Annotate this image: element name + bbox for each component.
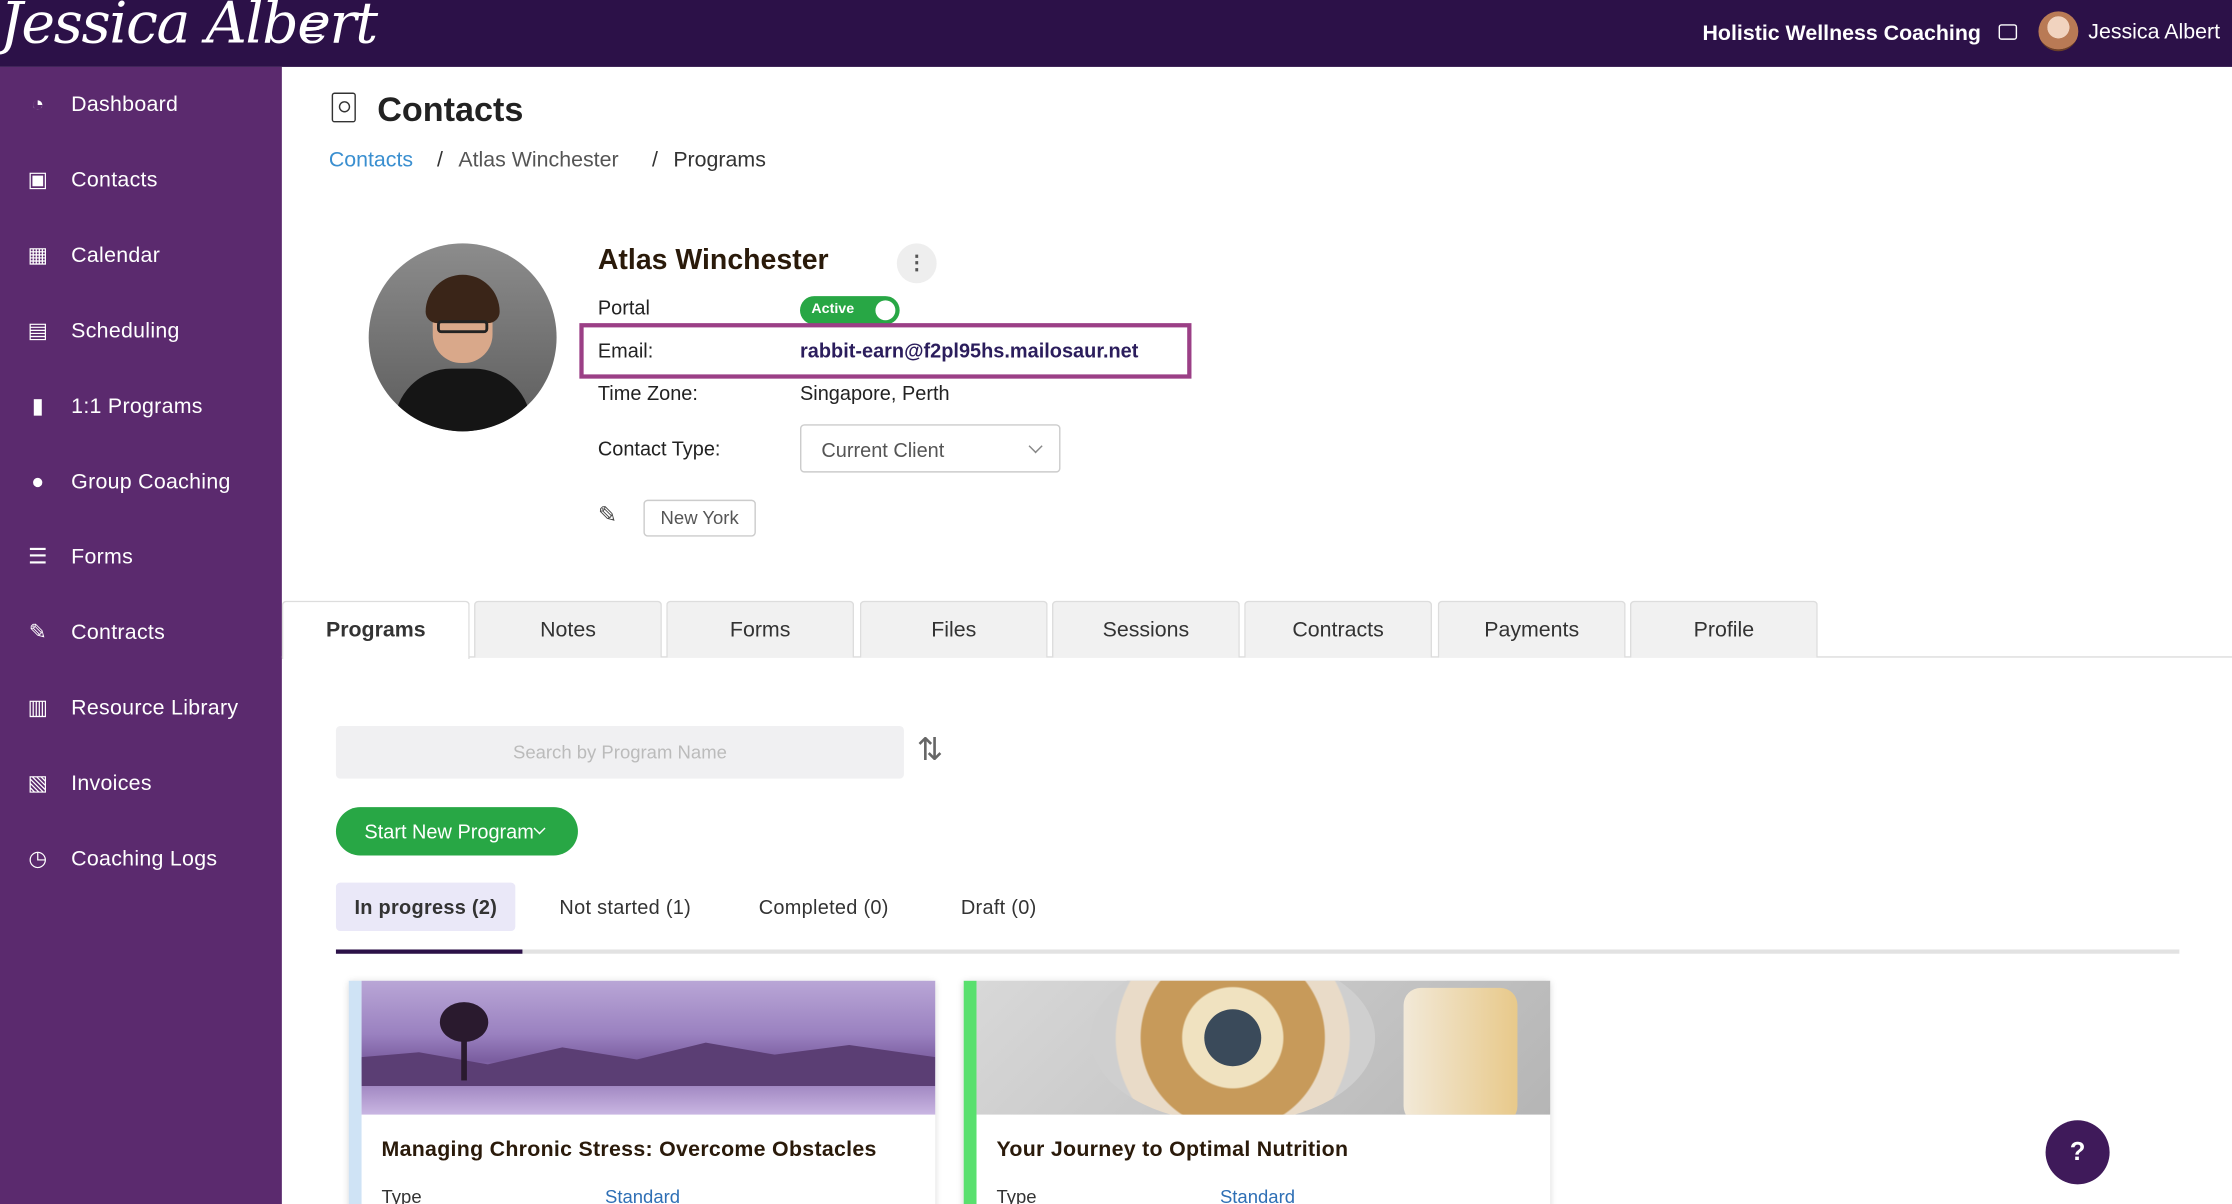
sidebar-item-label: Contracts <box>71 620 166 645</box>
briefcase-icon[interactable] <box>1998 24 2018 40</box>
sidebar-item-label: Group Coaching <box>71 469 231 494</box>
signature-icon: ✎ <box>28 620 47 645</box>
status-tab-not-started[interactable]: Not started (1) <box>559 883 691 931</box>
user-name[interactable]: Jessica Albert <box>2088 20 2220 44</box>
scheduling-icon: ▤ <box>27 318 48 344</box>
menu-toggle-icon[interactable] <box>303 19 328 41</box>
tab-profile[interactable]: Profile <box>1629 600 1818 658</box>
breadcrumb-separator: / <box>437 148 443 173</box>
sidebar-item-label: Coaching Logs <box>71 846 218 872</box>
sidebar-item-group-coaching[interactable]: ● Group Coaching <box>0 454 282 511</box>
sidebar: ◔ Dashboard ▣ Contacts ▦ Calendar ▤ Scheduli… <box>0 66 282 1204</box>
tab-forms[interactable]: Forms <box>666 600 855 658</box>
sidebar-item-label: 1:1 Programs <box>71 394 203 419</box>
clock-icon: ◷ <box>28 846 48 872</box>
main-content: Contacts Contacts / Atlas Winchester / P… <box>281 67 2232 1204</box>
status-tab-completed[interactable]: Completed (0) <box>759 883 889 931</box>
contact-name: Atlas Winchester <box>597 244 829 277</box>
sidebar-item-forms[interactable]: ☰ Forms <box>0 530 282 587</box>
portal-toggle[interactable]: Active <box>800 296 900 325</box>
status-tab-draft[interactable]: Draft (0) <box>961 883 1037 931</box>
program-card-title: Managing Chronic Stress: Overcome Obstac… <box>381 1137 877 1162</box>
users-icon: ● <box>31 469 45 494</box>
sidebar-item-label: Calendar <box>71 243 161 268</box>
contacts-icon <box>331 92 356 123</box>
sidebar-item-label: Forms <box>71 545 134 570</box>
sidebar-item-contacts[interactable]: ▣ Contacts <box>0 152 282 209</box>
program-card-title: Your Journey to Optimal Nutrition <box>996 1137 1349 1162</box>
timezone-value: Singapore, Perth <box>800 381 950 405</box>
portal-status: Active <box>811 301 855 318</box>
program-card[interactable]: Your Journey to Optimal Nutrition Type S… <box>963 980 1551 1204</box>
top-bar: Jessica Albert Holistic Wellness Coachin… <box>0 0 2232 67</box>
sidebar-item-resource-library[interactable]: ▥ Resource Library <box>0 680 282 737</box>
more-options-icon[interactable]: ⋮ <box>896 243 937 284</box>
program-card-type-value: Standard <box>604 1185 681 1204</box>
breadcrumb-separator: / <box>651 148 658 173</box>
start-new-program-button[interactable]: Start New Program <box>335 807 578 856</box>
program-card-type-label: Type <box>381 1185 422 1204</box>
dashboard-icon: ◔ <box>31 92 45 117</box>
tab-payments[interactable]: Payments <box>1437 600 1626 658</box>
contact-email[interactable]: rabbit-earn@f2pl95hs.mailosaur.net <box>800 339 1138 362</box>
contact-tag[interactable]: New York <box>643 499 756 537</box>
breadcrumb-contacts[interactable]: Contacts <box>329 148 413 172</box>
library-icon: ▥ <box>27 696 48 721</box>
portal-label: Portal <box>597 296 650 319</box>
contact-type-label: Contact Type: <box>597 437 721 460</box>
help-button[interactable]: ? <box>2045 1120 2110 1185</box>
sidebar-item-label: Scheduling <box>71 318 180 344</box>
email-label: Email: <box>597 338 654 362</box>
tab-contracts[interactable]: Contracts <box>1244 600 1433 658</box>
status-tab-in-progress[interactable]: In progress (2) <box>335 882 516 931</box>
list-icon: ☰ <box>28 545 48 570</box>
tab-notes[interactable]: Notes <box>474 600 662 658</box>
page-title: Contacts <box>377 91 524 130</box>
sidebar-item-dashboard[interactable]: ◔ Dashboard <box>0 77 282 134</box>
status-tab-indicator <box>335 949 523 954</box>
breadcrumb-contact[interactable]: Atlas Winchester <box>458 148 618 172</box>
contacts-icon: ▣ <box>27 167 48 193</box>
sidebar-item-label: Invoices <box>71 771 152 796</box>
edit-tags-icon[interactable]: ✎ <box>598 504 624 530</box>
sidebar-item-calendar[interactable]: ▦ Calendar <box>0 228 282 285</box>
contact-type-select[interactable]: Current Client <box>800 424 1061 473</box>
contact-type-value: Current Client <box>821 438 945 462</box>
program-card-image <box>361 980 936 1115</box>
business-name[interactable]: Holistic Wellness Coaching <box>1703 21 1981 45</box>
breadcrumb-current: Programs <box>673 148 766 173</box>
timezone-label: Time Zone: <box>597 381 698 405</box>
tab-programs[interactable]: Programs <box>281 600 470 660</box>
program-card-image <box>976 980 1551 1115</box>
sidebar-item-label: Resource Library <box>71 696 239 721</box>
sidebar-item-label: Dashboard <box>71 92 179 117</box>
status-tabs-track <box>335 949 2180 954</box>
tab-sessions[interactable]: Sessions <box>1051 600 1240 658</box>
sidebar-item-invoices[interactable]: ▧ Invoices <box>0 756 282 813</box>
calendar-icon: ▦ <box>27 243 48 268</box>
contact-avatar[interactable] <box>368 243 557 432</box>
book-icon: ▮ <box>31 394 44 419</box>
sidebar-item-coaching-logs[interactable]: ◷ Coaching Logs <box>0 831 282 888</box>
chevron-down-icon <box>1028 439 1043 454</box>
program-card[interactable]: Managing Chronic Stress: Overcome Obstac… <box>348 980 936 1204</box>
tab-files[interactable]: Files <box>859 600 1048 658</box>
sidebar-item-scheduling[interactable]: ▤ Scheduling <box>0 303 282 360</box>
sort-icon[interactable]: ⇅ <box>917 732 951 769</box>
sidebar-item-label: Contacts <box>71 167 158 193</box>
chevron-down-icon <box>533 822 546 835</box>
program-card-type-label: Type <box>996 1185 1037 1204</box>
start-new-program-label: Start New Program <box>364 819 534 843</box>
invoice-icon: ▧ <box>27 771 48 796</box>
sidebar-item-contracts[interactable]: ✎ Contracts <box>0 605 282 662</box>
program-card-type-value: Standard <box>1219 1185 1296 1204</box>
sidebar-item-programs[interactable]: ▮ 1:1 Programs <box>0 379 282 436</box>
program-search-input[interactable] <box>335 725 904 779</box>
user-avatar[interactable] <box>2038 11 2079 52</box>
